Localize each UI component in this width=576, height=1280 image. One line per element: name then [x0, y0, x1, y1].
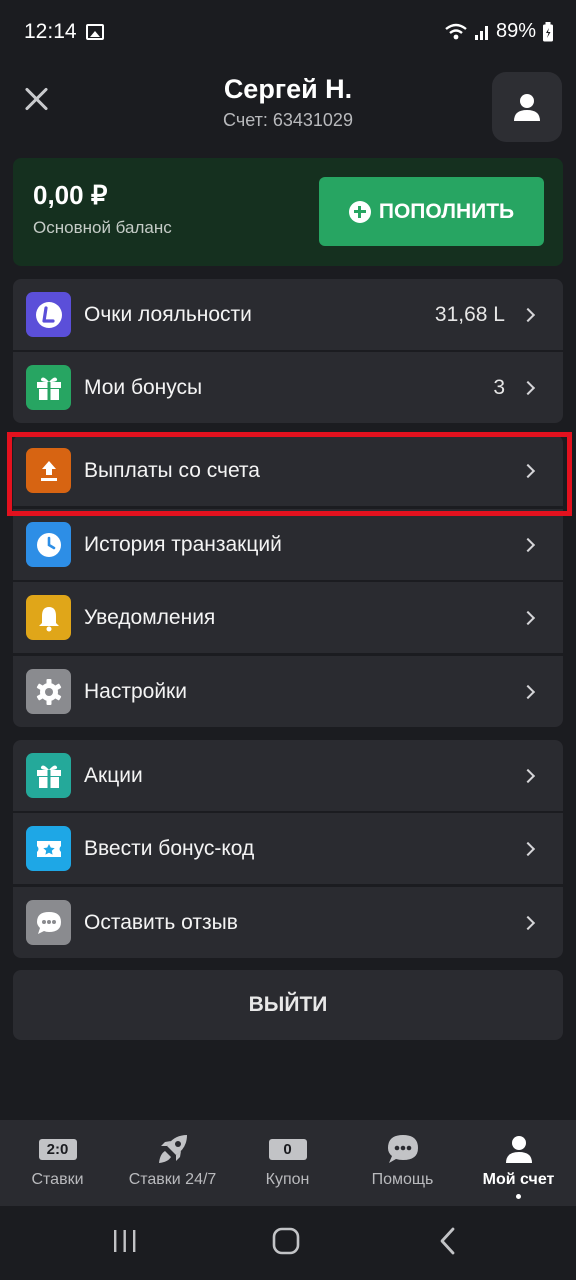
tab-label: Ставки	[31, 1171, 84, 1188]
image-notification-icon	[86, 24, 104, 40]
menu-item-label: История транзакций	[84, 532, 282, 556]
menu-item-label: Очки лояльности	[84, 302, 252, 326]
bell-icon	[26, 595, 71, 640]
menu-item-settings[interactable]: Настройки	[13, 656, 563, 727]
menu-item-bonuses[interactable]: Мои бонусы 3	[13, 352, 563, 423]
user-icon	[461, 1134, 576, 1164]
home-icon[interactable]	[271, 1226, 301, 1256]
clock-icon	[26, 522, 71, 567]
status-time: 12:14	[24, 20, 77, 43]
chevron-right-icon	[520, 684, 536, 699]
bottom-tab-bar: 2:0 Ставки Ставки 24/7 0 Купон Помощь Мо…	[0, 1120, 576, 1206]
highlight-frame	[7, 432, 572, 516]
battery-percent: 89%	[495, 20, 536, 42]
balance-label: Основной баланс	[33, 218, 172, 237]
tab-label: Помощь	[371, 1171, 434, 1188]
tab-label: Купон	[265, 1171, 310, 1188]
chevron-right-icon	[520, 380, 536, 395]
gift-icon	[26, 365, 71, 410]
profile-button[interactable]	[492, 72, 562, 142]
loyalty-l-icon	[26, 292, 71, 337]
system-nav-bar	[0, 1206, 576, 1280]
battery-icon	[543, 21, 553, 41]
chevron-right-icon	[520, 841, 536, 856]
menu-item-label: Оставить отзыв	[84, 910, 238, 934]
status-bar: 12:14 89%	[0, 0, 576, 66]
topup-button[interactable]: ПОПОЛНИТЬ	[319, 177, 544, 246]
menu-item-label: Акции	[84, 763, 143, 787]
tab-label: Ставки 24/7	[128, 1171, 217, 1188]
loyalty-points-value: 31,68 L	[434, 302, 505, 326]
chevron-right-icon	[520, 610, 536, 625]
recent-apps-icon[interactable]	[110, 1228, 140, 1254]
user-name: Сергей Н.	[223, 74, 353, 104]
tab-bets-24-7[interactable]: Ставки 24/7	[115, 1120, 230, 1206]
signal-icon	[474, 25, 488, 40]
gear-icon	[26, 669, 71, 714]
balance-card: 0,00 ₽ Основной баланс ПОПОЛНИТЬ	[13, 158, 563, 266]
coupon-icon: 0	[230, 1134, 345, 1164]
rocket-icon	[115, 1134, 230, 1164]
chevron-right-icon	[520, 915, 536, 930]
user-icon	[514, 94, 540, 121]
coupon-badge: 0	[268, 1138, 307, 1160]
tab-help[interactable]: Помощь	[345, 1120, 460, 1206]
menu-item-bonus-code[interactable]: Ввести бонус-код	[13, 813, 563, 884]
topup-label: ПОПОЛНИТЬ	[378, 199, 515, 223]
menu-item-notifications[interactable]: Уведомления	[13, 582, 563, 653]
balance-amount: 0,00 ₽	[33, 180, 108, 210]
tab-bets[interactable]: 2:0 Ставки	[0, 1120, 115, 1206]
menu-item-transactions[interactable]: История транзакций	[13, 509, 563, 580]
help-chat-icon	[345, 1134, 460, 1164]
menu-item-label: Настройки	[84, 679, 187, 703]
status-indicators: 89%	[444, 20, 554, 43]
chevron-right-icon	[520, 768, 536, 783]
menu-item-promotions[interactable]: Акции	[13, 740, 563, 811]
account-number: Счет: 63431029	[223, 110, 353, 130]
tab-label: Мой счет	[482, 1171, 555, 1188]
menu-item-loyalty[interactable]: Очки лояльности 31,68 L	[13, 279, 563, 350]
gift-icon	[26, 753, 71, 798]
score-icon: 2:0	[0, 1134, 115, 1164]
menu-item-label: Уведомления	[84, 605, 216, 629]
logout-button[interactable]: ВЫЙТИ	[13, 970, 563, 1040]
tab-coupon[interactable]: 0 Купон	[230, 1120, 345, 1206]
back-icon[interactable]	[436, 1226, 460, 1256]
menu-item-feedback[interactable]: Оставить отзыв	[13, 887, 563, 958]
chat-bubble-icon	[26, 900, 71, 945]
score-badge: 2:0	[38, 1138, 77, 1160]
menu-item-label: Ввести бонус-код	[84, 836, 255, 860]
menu-item-label: Мои бонусы	[84, 375, 203, 399]
wifi-icon	[445, 23, 467, 39]
tab-my-account[interactable]: Мой счет	[461, 1120, 576, 1206]
plus-circle-icon	[348, 200, 371, 223]
account-header: Сергей Н. Счет: 63431029	[0, 66, 576, 150]
chevron-right-icon	[520, 537, 536, 552]
chevron-right-icon	[520, 307, 536, 322]
bonuses-count: 3	[493, 375, 505, 399]
active-tab-indicator	[516, 1194, 521, 1199]
ticket-star-icon	[26, 826, 71, 871]
